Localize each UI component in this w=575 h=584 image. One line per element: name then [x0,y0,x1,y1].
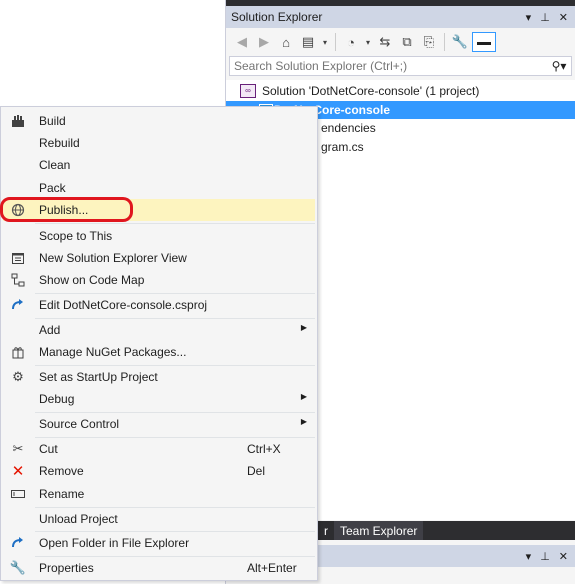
build-icon [3,114,33,128]
show-all-files-icon[interactable]: ⎘ [419,32,439,52]
gear-icon: ⚙ [12,369,24,384]
menu-item-source-control[interactable]: Source Control ▶ [3,413,315,435]
menu-item-manage-nuget[interactable]: Manage NuGet Packages... [3,341,315,363]
tree-node-program-label: gram.cs [321,139,364,154]
project-context-menu: Build Rebuild Clean Pack Publish... Scop… [0,106,318,581]
forward-icon[interactable]: ▶ [254,32,274,52]
toolbar-separator [444,33,445,51]
shortcut-properties: Alt+Enter [247,561,297,575]
filter-dropdown-icon[interactable]: ▾ [363,32,373,52]
menu-item-debug[interactable]: Debug ▶ [3,388,315,410]
menu-item-clean[interactable]: Clean [3,154,315,176]
menu-item-cut[interactable]: ✂ Cut Ctrl+X [3,438,315,460]
solution-explorer-toolbar: ◀ ▶ ⌂ ▤ ▾ ◔ ▾ ⇆ ⧉ ⎘ 🔧 [226,28,575,56]
tree-node-solution[interactable]: ∞ Solution 'DotNetCore-console' (1 proje… [240,81,479,100]
menu-item-unload-project[interactable]: Unload Project [3,508,315,530]
shortcut-remove: Del [247,464,266,478]
close-icon[interactable]: ✕ [559,11,568,24]
toolbar-separator [335,33,336,51]
pin-icon[interactable]: ⊥ [540,11,550,24]
solution-explorer-title-bar: Solution Explorer ▾ ⊥ ✕ [226,6,575,28]
new-view-icon [3,251,33,265]
solution-explorer-search[interactable]: ⚲▾ [229,56,572,76]
menu-item-open-folder[interactable]: Open Folder in File Explorer [3,532,315,554]
tree-node-program[interactable]: gram.cs [321,137,364,156]
switch-views-dropdown-icon[interactable]: ▾ [320,32,330,52]
menu-separator [35,223,315,224]
preview-selected-items-icon[interactable] [472,32,496,52]
edit-arrow-icon [3,298,33,312]
menu-item-edit-csproj[interactable]: Edit DotNetCore-console.csproj [3,294,315,316]
home-icon[interactable]: ⌂ [276,32,296,52]
menu-item-show-on-code-map[interactable]: Show on Code Map [3,269,315,291]
tab-team-explorer[interactable]: Team Explorer [334,521,424,540]
tree-node-dependencies[interactable]: endencies [321,118,376,137]
menu-item-new-solution-explorer-view[interactable]: New Solution Explorer View [3,247,315,269]
pending-changes-filter-icon[interactable]: ◔ [341,32,361,52]
menu-item-add[interactable]: Add ▶ [3,319,315,341]
publish-highlight-annotation [0,197,133,222]
solution-explorer-title: Solution Explorer [231,10,323,24]
menu-item-pack[interactable]: Pack [3,177,315,199]
submenu-arrow-icon: ▶ [300,392,307,401]
menu-item-rename[interactable]: Rename [3,483,315,505]
search-input[interactable] [230,58,547,74]
sync-active-document-icon[interactable]: ⇆ [375,32,395,52]
pin-icon[interactable]: ⊥ [540,550,550,563]
close-icon[interactable]: ✕ [559,550,568,563]
menu-item-properties[interactable]: 🔧 Properties Alt+Enter [3,557,315,579]
shortcut-cut: Ctrl+X [247,442,281,456]
tab-solution-explorer[interactable]: r [318,521,334,540]
back-icon[interactable]: ◀ [232,32,252,52]
rename-icon [3,488,33,500]
properties-wrench-icon[interactable]: 🔧 [450,32,470,52]
scissors-icon: ✂ [12,441,24,456]
tree-node-dependencies-label: endencies [321,120,376,135]
tree-node-solution-label: Solution 'DotNetCore-console' (1 project… [262,83,480,98]
menu-item-build[interactable]: Build [3,110,315,132]
code-map-icon [3,273,33,287]
submenu-arrow-icon: ▶ [300,323,307,332]
remove-x-icon: ✕ [11,463,25,480]
solution-icon: ∞ [240,83,256,98]
open-folder-arrow-icon [3,536,33,550]
submenu-arrow-icon: ▶ [300,417,307,426]
collapse-all-icon[interactable]: ⧉ [397,32,417,52]
menu-item-remove[interactable]: ✕ Remove Del [3,460,315,482]
menu-item-rebuild[interactable]: Rebuild [3,132,315,154]
wrench-icon: 🔧 [9,560,27,575]
window-position-dropdown-icon[interactable]: ▾ [526,550,532,563]
switch-views-icon[interactable]: ▤ [298,32,318,52]
search-icon[interactable]: ⚲▾ [547,59,571,73]
window-position-dropdown-icon[interactable]: ▾ [526,11,532,24]
nuget-package-icon [3,345,33,359]
menu-item-scope-to-this[interactable]: Scope to This [3,225,315,247]
menu-item-set-startup[interactable]: ⚙ Set as StartUp Project [3,366,315,388]
